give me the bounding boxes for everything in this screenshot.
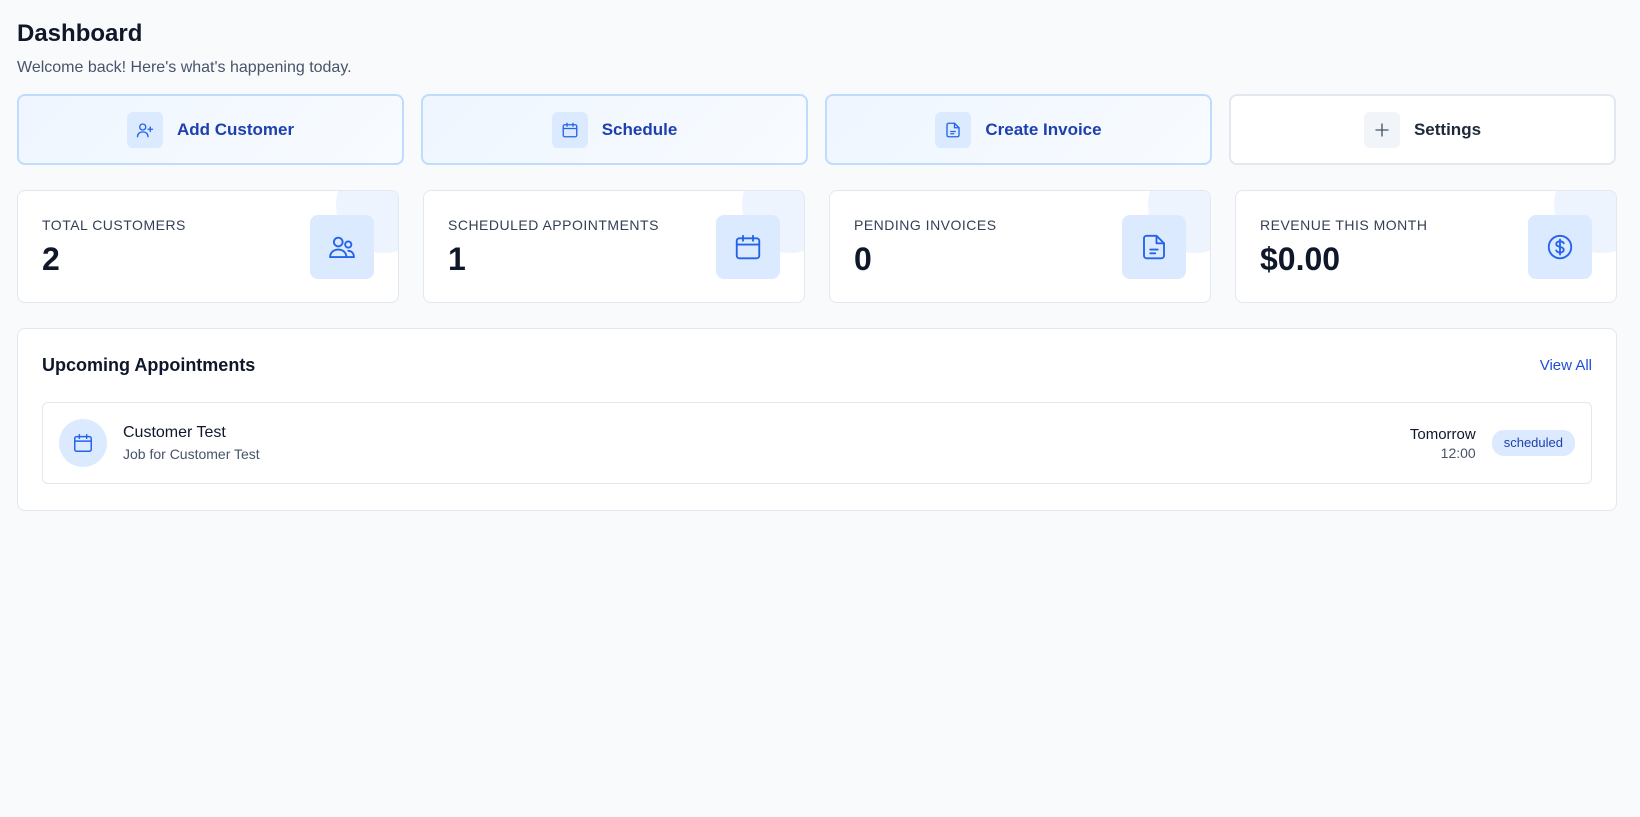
appointment-day: Tomorrow [1409, 425, 1476, 443]
calendar-icon [716, 215, 780, 279]
calendar-icon [59, 419, 107, 467]
user-plus-icon [126, 111, 163, 148]
add-customer-label: Add Customer [176, 119, 295, 139]
status-badge: scheduled [1491, 430, 1575, 456]
page-subtitle: Welcome back! Here's what's happening to… [17, 59, 352, 76]
appointment-row[interactable]: Customer Test Job for Customer Test Tomo… [42, 402, 1592, 484]
add-customer-button[interactable]: Add Customer [17, 94, 404, 165]
panel-header: Upcoming Appointments View All [42, 355, 1592, 376]
dashboard-page: Dashboard Welcome back! Here's what's ha… [0, 0, 1640, 511]
settings-button[interactable]: Settings [1229, 94, 1616, 165]
stat-card-total-customers: TOTAL CUSTOMERS 2 [17, 190, 399, 303]
stat-card-pending-invoices: PENDING INVOICES 0 [829, 190, 1211, 303]
calendar-icon [551, 111, 588, 148]
plus-icon [1363, 111, 1400, 148]
schedule-button[interactable]: Schedule [421, 94, 808, 165]
upcoming-appointments-panel: Upcoming Appointments View All Customer … [17, 328, 1617, 511]
appointment-time: 12:00 [1440, 444, 1476, 461]
stat-card-revenue: REVENUE THIS MONTH $0.00 [1235, 190, 1617, 303]
appointment-description: Job for Customer Test [123, 446, 260, 462]
appointment-details: Customer Test Job for Customer Test [123, 424, 1410, 462]
dollar-circle-icon [1528, 215, 1592, 279]
create-invoice-label: Create Invoice [985, 119, 1102, 139]
file-text-icon [1122, 215, 1186, 279]
appointment-datetime: Tomorrow 12:00 [1410, 426, 1476, 461]
settings-label: Settings [1413, 119, 1482, 139]
panel-title: Upcoming Appointments [42, 355, 256, 375]
schedule-label: Schedule [601, 119, 678, 139]
create-invoice-button[interactable]: Create Invoice [825, 94, 1212, 165]
users-icon [310, 215, 374, 279]
file-text-icon [935, 111, 972, 148]
stat-card-scheduled-appointments: SCHEDULED APPOINTMENTS 1 [423, 190, 805, 303]
page-title: Dashboard [17, 20, 143, 47]
quick-actions: Add Customer Schedule Create Invoice Set… [17, 94, 1623, 165]
view-all-link[interactable]: View All [1540, 357, 1592, 374]
appointment-customer-name: Customer Test [123, 424, 226, 441]
stats-row: TOTAL CUSTOMERS 2 SCHEDULED APPOINTMENTS… [17, 190, 1623, 303]
